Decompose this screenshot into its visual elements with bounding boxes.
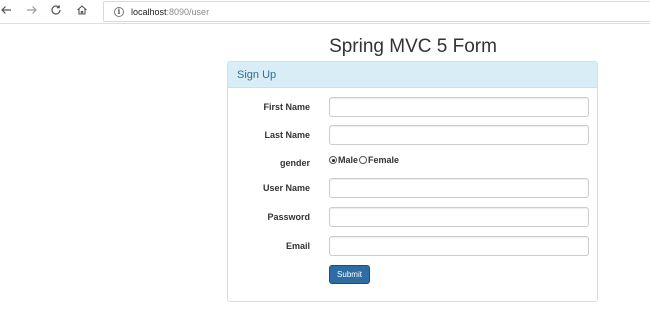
page-title: Spring MVC 5 Form	[329, 36, 497, 57]
gender-label: gender	[279, 158, 310, 168]
url-path: :8090/user	[166, 7, 210, 17]
submit-button[interactable]: Submit	[329, 265, 370, 284]
email-input[interactable]	[329, 236, 589, 256]
forward-arrow-icon[interactable]	[23, 3, 41, 21]
male-radio-label[interactable]: Male	[338, 155, 358, 165]
password-input[interactable]	[329, 207, 589, 227]
signup-panel: Sign Up First Name Last Name gender Male…	[227, 61, 598, 302]
last-name-label: Last Name	[264, 130, 310, 140]
first-name-label: First Name	[263, 102, 310, 112]
first-name-input[interactable]	[329, 97, 589, 117]
female-radio[interactable]	[359, 156, 368, 164]
female-radio-label[interactable]: Female	[368, 155, 399, 165]
gender-radio-group: Male Female	[329, 155, 399, 165]
address-bar[interactable]: i localhost:8090/user	[103, 1, 650, 22]
back-arrow-icon[interactable]	[0, 3, 15, 21]
panel-heading: Sign Up	[228, 62, 597, 88]
url-host: localhost	[131, 7, 167, 17]
browser-toolbar: i localhost:8090/user	[0, 0, 650, 24]
password-label: Password	[267, 212, 310, 222]
user-name-input[interactable]	[329, 178, 589, 198]
home-icon[interactable]	[73, 3, 91, 21]
last-name-input[interactable]	[329, 125, 589, 145]
reload-icon[interactable]	[47, 3, 65, 21]
male-radio[interactable]	[329, 156, 337, 164]
info-icon[interactable]: i	[114, 7, 124, 17]
email-label: Email	[285, 241, 310, 251]
url-text: localhost:8090/user	[131, 5, 209, 19]
user-name-label: User Name	[262, 183, 310, 193]
